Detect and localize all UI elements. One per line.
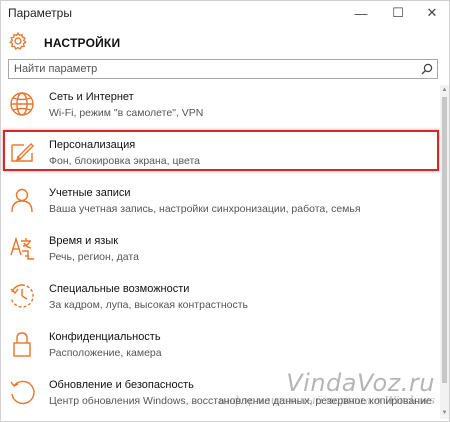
item-label: Обновление и безопасность	[49, 379, 194, 391]
window-title: Параметры	[8, 6, 72, 20]
item-label: Персонализация	[49, 139, 136, 151]
item-label: Учетные записи	[49, 187, 131, 199]
vertical-scrollbar[interactable]: ▲ ▼	[440, 85, 449, 419]
item-label: Время и язык	[49, 235, 119, 247]
title-bar: Параметры — ☐ ✕	[1, 1, 449, 25]
accessibility-icon	[10, 284, 34, 308]
maximize-icon: ☐	[392, 5, 404, 20]
search-box[interactable]	[8, 59, 438, 79]
search-input[interactable]	[9, 60, 418, 78]
item-description: За кадром, лупа, высокая контрастность	[49, 299, 249, 311]
close-icon: ✕	[426, 5, 438, 20]
minimize-button[interactable]: —	[344, 1, 378, 25]
watermark-name: VindaVoz.ru	[286, 369, 435, 397]
scroll-down-icon[interactable]: ▼	[441, 410, 448, 417]
item-description: Wi-Fi, режим "в самолете", VPN	[49, 107, 204, 119]
personalization-icon	[11, 143, 34, 162]
list-item-privacy[interactable]: Конфиденциальность Расположение, камера	[1, 325, 441, 371]
watermark: VindaVoz.ru информационный портал о Wind…	[219, 369, 436, 407]
item-label: Специальные возможности	[49, 283, 190, 295]
close-button[interactable]: ✕	[415, 1, 449, 25]
item-label: Конфиденциальность	[49, 331, 161, 343]
lock-icon	[13, 332, 31, 357]
watermark-subtitle: информационный портал о Windows	[218, 394, 436, 407]
time-language-icon	[10, 236, 34, 260]
gear-icon[interactable]	[8, 31, 28, 51]
list-item-accounts[interactable]: Учетные записи Ваша учетная запись, наст…	[1, 181, 441, 227]
list-item-network[interactable]: Сеть и Интернет Wi-Fi, режим "в самолете…	[1, 85, 441, 131]
globe-icon	[10, 92, 34, 116]
item-description: Речь, регион, дата	[49, 251, 139, 263]
update-icon	[10, 380, 35, 405]
item-description: Ваша учетная запись, настройки синхрониз…	[49, 203, 361, 215]
person-icon	[11, 188, 33, 213]
item-description: Расположение, камера	[49, 347, 162, 359]
minimize-icon: —	[354, 5, 368, 21]
settings-window: Параметры — ☐ ✕ НАСТРОЙКИ Найти параметр…	[0, 0, 450, 422]
list-item-personalization[interactable]: Персонализация Фон, блокировка экрана, ц…	[1, 130, 441, 179]
item-label: Сеть и Интернет	[49, 91, 134, 103]
item-description: Фон, блокировка экрана, цвета	[49, 155, 200, 167]
page-title: НАСТРОЙКИ	[44, 36, 121, 50]
scroll-up-icon[interactable]: ▲	[441, 87, 448, 94]
scroll-thumb[interactable]	[442, 97, 447, 383]
list-item-accessibility[interactable]: Специальные возможности За кадром, лупа,…	[1, 277, 441, 323]
search-icon[interactable]	[421, 63, 433, 75]
settings-header: НАСТРОЙКИ	[1, 29, 449, 57]
maximize-button[interactable]: ☐	[381, 1, 415, 25]
list-item-time-language[interactable]: Время и язык Речь, регион, дата	[1, 229, 441, 275]
